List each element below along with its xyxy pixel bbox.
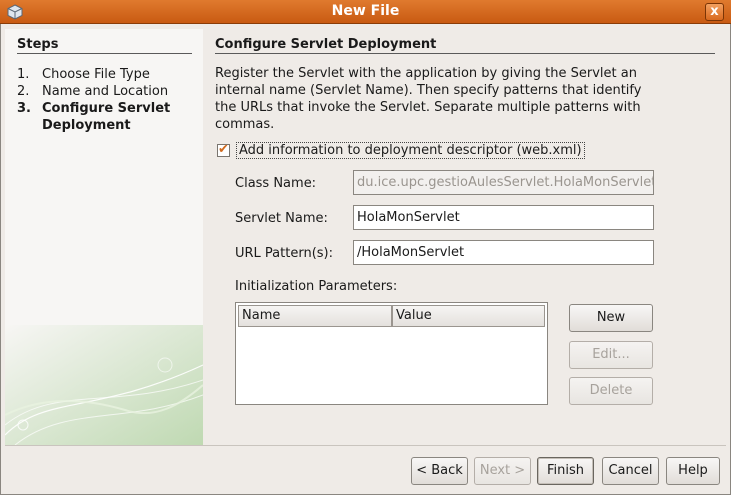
configure-panel: Configure Servlet Deployment Register th…	[203, 29, 726, 445]
cancel-button[interactable]: Cancel	[602, 457, 659, 485]
url-pattern-field[interactable]: /HolaMonServlet	[353, 240, 654, 265]
step-item-current: 3. Configure Servlet Deployment	[17, 100, 197, 134]
close-button[interactable]: x	[705, 3, 724, 21]
next-button[interactable]: Next >	[474, 457, 531, 485]
decorative-swirl-graphic	[5, 325, 203, 445]
window-title: New File	[331, 3, 400, 19]
step-label: Choose File Type	[42, 67, 150, 82]
url-pattern-label: URL Pattern(s):	[235, 246, 333, 261]
footer-divider	[5, 445, 726, 446]
steps-divider	[17, 53, 192, 54]
init-params-label: Initialization Parameters:	[235, 279, 398, 294]
step-number: 1.	[17, 67, 30, 82]
edit-param-button[interactable]: Edit...	[569, 341, 653, 369]
step-number: 2.	[17, 84, 30, 99]
checkmark-icon: ✔	[218, 142, 229, 157]
finish-button[interactable]: Finish	[537, 457, 594, 485]
column-header-value[interactable]: Value	[392, 305, 545, 327]
close-icon: x	[710, 4, 719, 19]
steps-list: 1. Choose File Type 2. Name and Location…	[17, 66, 197, 134]
servlet-name-field[interactable]: HolaMonServlet	[353, 205, 654, 230]
window-titlebar[interactable]: New File x	[0, 0, 731, 24]
panel-description: Register the Servlet with the applicatio…	[215, 66, 642, 132]
steps-heading: Steps	[17, 37, 59, 52]
new-param-button[interactable]: New	[569, 304, 653, 332]
add-to-descriptor-row[interactable]: ✔ Add information to deployment descript…	[217, 142, 585, 159]
panel-title: Configure Servlet Deployment	[215, 37, 437, 52]
back-button[interactable]: < Back	[411, 457, 468, 485]
delete-param-button[interactable]: Delete	[569, 377, 653, 405]
servlet-name-label: Servlet Name:	[235, 211, 328, 226]
step-number: 3.	[17, 101, 31, 116]
class-name-label: Class Name:	[235, 176, 317, 191]
class-name-field: du.ice.upc.gestioAulesServlet.HolaMonSer…	[353, 170, 654, 195]
step-label: Configure Servlet Deployment	[42, 101, 171, 133]
add-to-descriptor-label[interactable]: Add information to deployment descriptor…	[236, 142, 585, 159]
add-to-descriptor-checkbox[interactable]: ✔	[217, 142, 230, 157]
init-params-table[interactable]: Name Value	[235, 302, 548, 405]
steps-pane: Steps 1. Choose File Type 2. Name and Lo…	[5, 29, 203, 445]
help-button[interactable]: Help	[666, 457, 720, 485]
table-header: Name Value	[238, 305, 545, 327]
step-label: Name and Location	[42, 84, 169, 99]
column-header-name[interactable]: Name	[238, 305, 392, 327]
panel-divider	[215, 53, 715, 54]
step-item: 1. Choose File Type	[17, 66, 197, 83]
step-item: 2. Name and Location	[17, 83, 197, 100]
